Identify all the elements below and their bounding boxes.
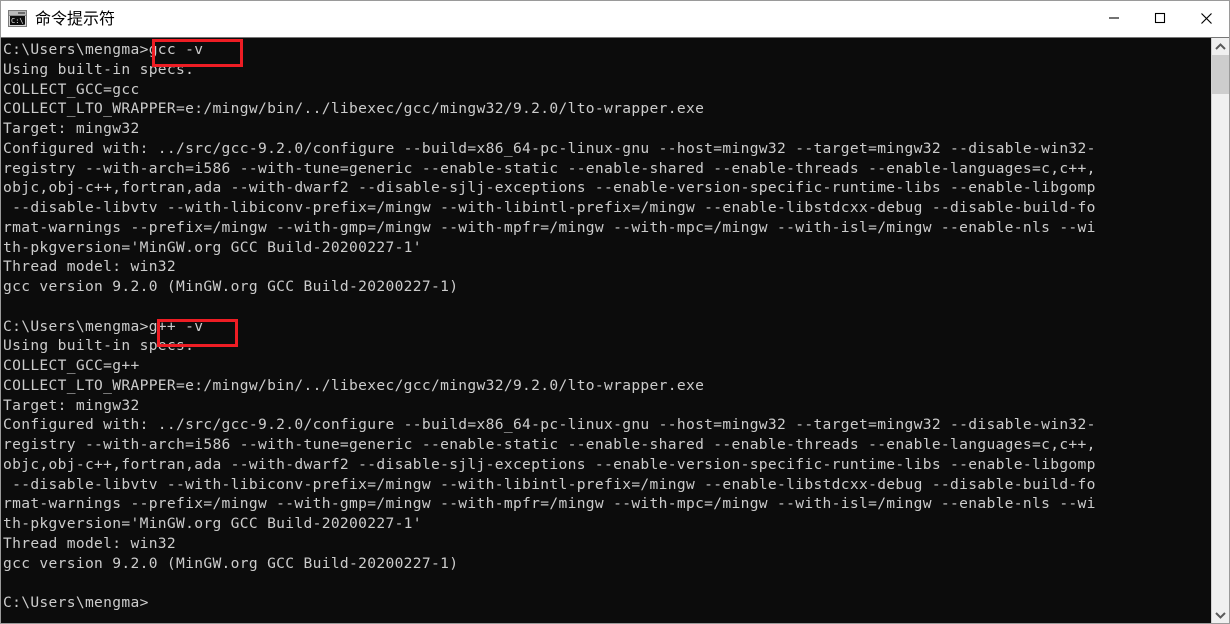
chevron-up-icon	[1215, 42, 1226, 50]
terminal-text: C:\Users\mengma>gcc -v Using built-in sp…	[3, 41, 1096, 611]
minimize-icon	[1109, 17, 1119, 19]
scrollbar-down-button[interactable]	[1212, 606, 1229, 623]
window-controls	[1091, 1, 1229, 35]
chevron-down-icon	[1215, 611, 1226, 619]
command-prompt-window: C:\_ 命令提示符	[0, 0, 1230, 624]
scrollbar-track[interactable]	[1212, 55, 1229, 606]
close-icon	[1200, 12, 1212, 24]
scrollbar-thumb[interactable]	[1212, 55, 1229, 94]
cmd-icon: C:\_	[8, 10, 27, 27]
close-button[interactable]	[1183, 1, 1229, 35]
cmd-icon-screen: C:\_	[10, 16, 25, 25]
terminal-output-area[interactable]: C:\Users\mengma>gcc -v Using built-in sp…	[1, 38, 1211, 623]
scrollbar-up-button[interactable]	[1212, 38, 1229, 55]
maximize-icon	[1154, 12, 1166, 24]
maximize-button[interactable]	[1137, 1, 1183, 35]
vertical-scrollbar[interactable]	[1211, 38, 1229, 623]
window-body: C:\Users\mengma>gcc -v Using built-in sp…	[1, 37, 1229, 623]
minimize-button[interactable]	[1091, 1, 1137, 35]
title-bar-left: C:\_ 命令提示符	[1, 8, 116, 28]
window-title: 命令提示符	[35, 8, 116, 28]
title-bar[interactable]: C:\_ 命令提示符	[1, 1, 1229, 37]
